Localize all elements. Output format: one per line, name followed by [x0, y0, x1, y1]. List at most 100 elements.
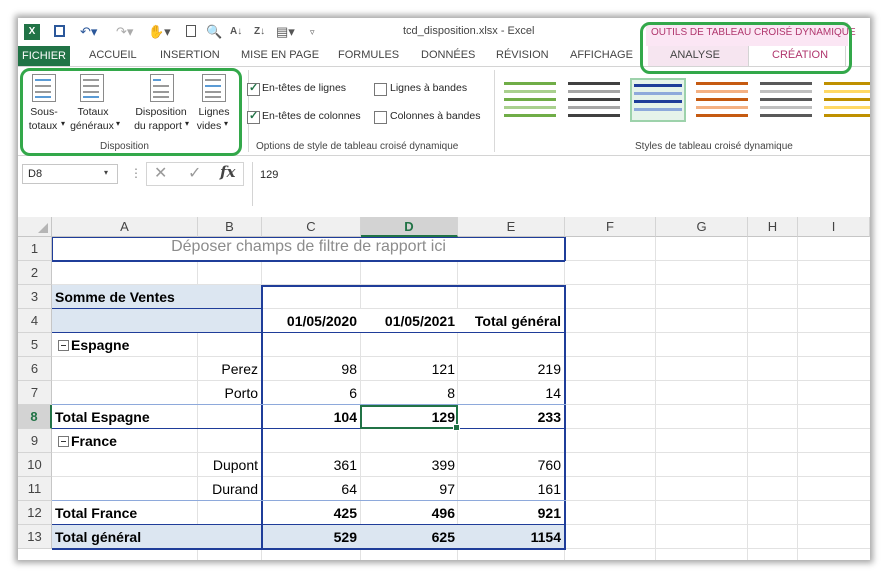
item-label-dupont[interactable]: Dupont: [52, 453, 258, 477]
style-swatch-orange[interactable]: [694, 78, 750, 122]
cell-d6[interactable]: 121: [361, 357, 455, 381]
tab-revision[interactable]: RÉVISION: [496, 49, 549, 61]
pivot-value-label[interactable]: Somme de Ventes: [55, 285, 175, 309]
row-header-13[interactable]: 13: [18, 525, 52, 549]
cell-e10[interactable]: 760: [458, 453, 561, 477]
cell-e12[interactable]: 921: [458, 501, 561, 525]
pivot-col-header-2021[interactable]: 01/05/2021: [361, 309, 455, 333]
cell-c13[interactable]: 529: [262, 525, 357, 549]
sort-asc-icon[interactable]: A↓: [230, 24, 242, 40]
banded-rows-label[interactable]: Lignes à bandes: [390, 82, 467, 94]
row-header-6[interactable]: 6: [18, 357, 52, 381]
more-options-icon[interactable]: ⋮: [130, 166, 142, 180]
row-header-3[interactable]: 3: [18, 285, 52, 309]
row-header-10[interactable]: 10: [18, 453, 52, 477]
row-header-5[interactable]: 5: [18, 333, 52, 357]
pivot-col-header-2020[interactable]: 01/05/2020: [262, 309, 357, 333]
cell-d13[interactable]: 625: [361, 525, 455, 549]
column-header-g[interactable]: G: [656, 217, 748, 237]
column-header-b[interactable]: B: [198, 217, 262, 237]
banded-columns-checkbox[interactable]: [374, 111, 387, 124]
subtotal-label-espagne[interactable]: Total Espagne: [55, 405, 150, 429]
new-document-icon[interactable]: [186, 25, 196, 37]
minus-box-icon[interactable]: [58, 436, 69, 447]
column-header-d[interactable]: D: [361, 217, 458, 237]
column-header-a[interactable]: A: [52, 217, 198, 237]
cancel-icon[interactable]: ✕: [154, 163, 167, 183]
row-headers-label[interactable]: En-têtes de lignes: [262, 82, 346, 94]
cell-c7[interactable]: 6: [262, 381, 357, 405]
tab-donnees[interactable]: DONNÉES: [421, 49, 475, 61]
cell-d8-active[interactable]: 129: [361, 405, 455, 429]
row-header-11[interactable]: 11: [18, 477, 52, 501]
tab-fichier[interactable]: FICHIER: [18, 46, 70, 66]
cell-e13[interactable]: 1154: [458, 525, 561, 549]
group-label-france[interactable]: France: [71, 429, 117, 453]
style-swatch-gray[interactable]: [566, 78, 622, 122]
row-header-7[interactable]: 7: [18, 381, 52, 405]
cell-d7[interactable]: 8: [361, 381, 455, 405]
insert-function-icon[interactable]: fx: [220, 163, 235, 181]
cell-e6[interactable]: 219: [458, 357, 561, 381]
paste-icon[interactable]: ▤▾: [276, 24, 295, 40]
cell-c6[interactable]: 98: [262, 357, 357, 381]
excel-logo-icon: X: [24, 24, 40, 40]
column-headers-checkbox[interactable]: ✓: [247, 110, 260, 124]
group-label-espagne[interactable]: Espagne: [71, 333, 129, 357]
undo-icon[interactable]: ↶▾: [80, 24, 97, 40]
item-label-perez[interactable]: Perez: [52, 357, 258, 381]
style-swatch-dark[interactable]: [758, 78, 814, 122]
style-swatch-yellow[interactable]: [822, 78, 870, 122]
cell-e7[interactable]: 14: [458, 381, 561, 405]
cell-e8[interactable]: 233: [458, 405, 561, 429]
minus-box-icon[interactable]: [58, 340, 69, 351]
pivot-col-header-total[interactable]: Total général: [458, 309, 561, 333]
cell-c8[interactable]: 104: [262, 405, 357, 429]
tab-mise-en-page[interactable]: MISE EN PAGE: [241, 49, 319, 61]
sort-desc-icon[interactable]: Z↓: [254, 24, 265, 40]
column-headers-label[interactable]: En-têtes de colonnes: [262, 110, 361, 122]
column-header-e[interactable]: E: [458, 217, 565, 237]
cell-d12[interactable]: 496: [361, 501, 455, 525]
column-header-c[interactable]: C: [262, 217, 361, 237]
tab-insertion[interactable]: INSERTION: [160, 49, 220, 61]
banded-rows-checkbox[interactable]: [374, 83, 387, 96]
style-swatch-blue-selected[interactable]: [630, 78, 686, 122]
column-header-i[interactable]: I: [798, 217, 870, 237]
report-filter-drop-zone[interactable]: Déposer champs de filtre de rapport ici: [52, 237, 565, 257]
tab-affichage[interactable]: AFFICHAGE: [570, 49, 633, 61]
cell-d10[interactable]: 399: [361, 453, 455, 477]
select-all-corner[interactable]: [18, 217, 52, 237]
item-label-porto[interactable]: Porto: [52, 381, 258, 405]
subtotal-label-france[interactable]: Total France: [55, 501, 137, 525]
chevron-down-icon[interactable]: ▾: [104, 168, 108, 177]
column-header-h[interactable]: H: [748, 217, 798, 237]
banded-columns-label[interactable]: Colonnes à bandes: [390, 110, 481, 122]
grand-total-label[interactable]: Total général: [55, 525, 141, 549]
formula-input[interactable]: 129: [260, 169, 278, 181]
cell-c10[interactable]: 361: [262, 453, 357, 477]
style-swatch-green[interactable]: [502, 78, 558, 122]
row-header-8[interactable]: 8: [18, 405, 52, 429]
enter-icon[interactable]: ✓: [188, 163, 201, 183]
cell-e11[interactable]: 161: [458, 477, 561, 501]
redo-icon[interactable]: ↷▾: [116, 24, 133, 40]
save-icon[interactable]: [54, 25, 65, 37]
tab-accueil[interactable]: ACCUEIL: [89, 49, 137, 61]
touch-mode-icon[interactable]: ✋▾: [148, 24, 171, 40]
item-label-durand[interactable]: Durand: [52, 477, 258, 501]
row-header-1[interactable]: 1: [18, 237, 52, 261]
cell-d11[interactable]: 97: [361, 477, 455, 501]
cell-c12[interactable]: 425: [262, 501, 357, 525]
row-headers-checkbox[interactable]: ✓: [247, 82, 260, 96]
column-header-f[interactable]: F: [565, 217, 656, 237]
row-header-4[interactable]: 4: [18, 309, 52, 333]
cell-c11[interactable]: 64: [262, 477, 357, 501]
row-header-12[interactable]: 12: [18, 501, 52, 525]
row-header-2[interactable]: 2: [18, 261, 52, 285]
customize-qat-icon[interactable]: ▿: [310, 24, 315, 40]
print-preview-icon[interactable]: 🔍: [206, 24, 222, 40]
row-header-9[interactable]: 9: [18, 429, 52, 453]
formula-input-area[interactable]: [252, 162, 870, 206]
tab-formules[interactable]: FORMULES: [338, 49, 399, 61]
